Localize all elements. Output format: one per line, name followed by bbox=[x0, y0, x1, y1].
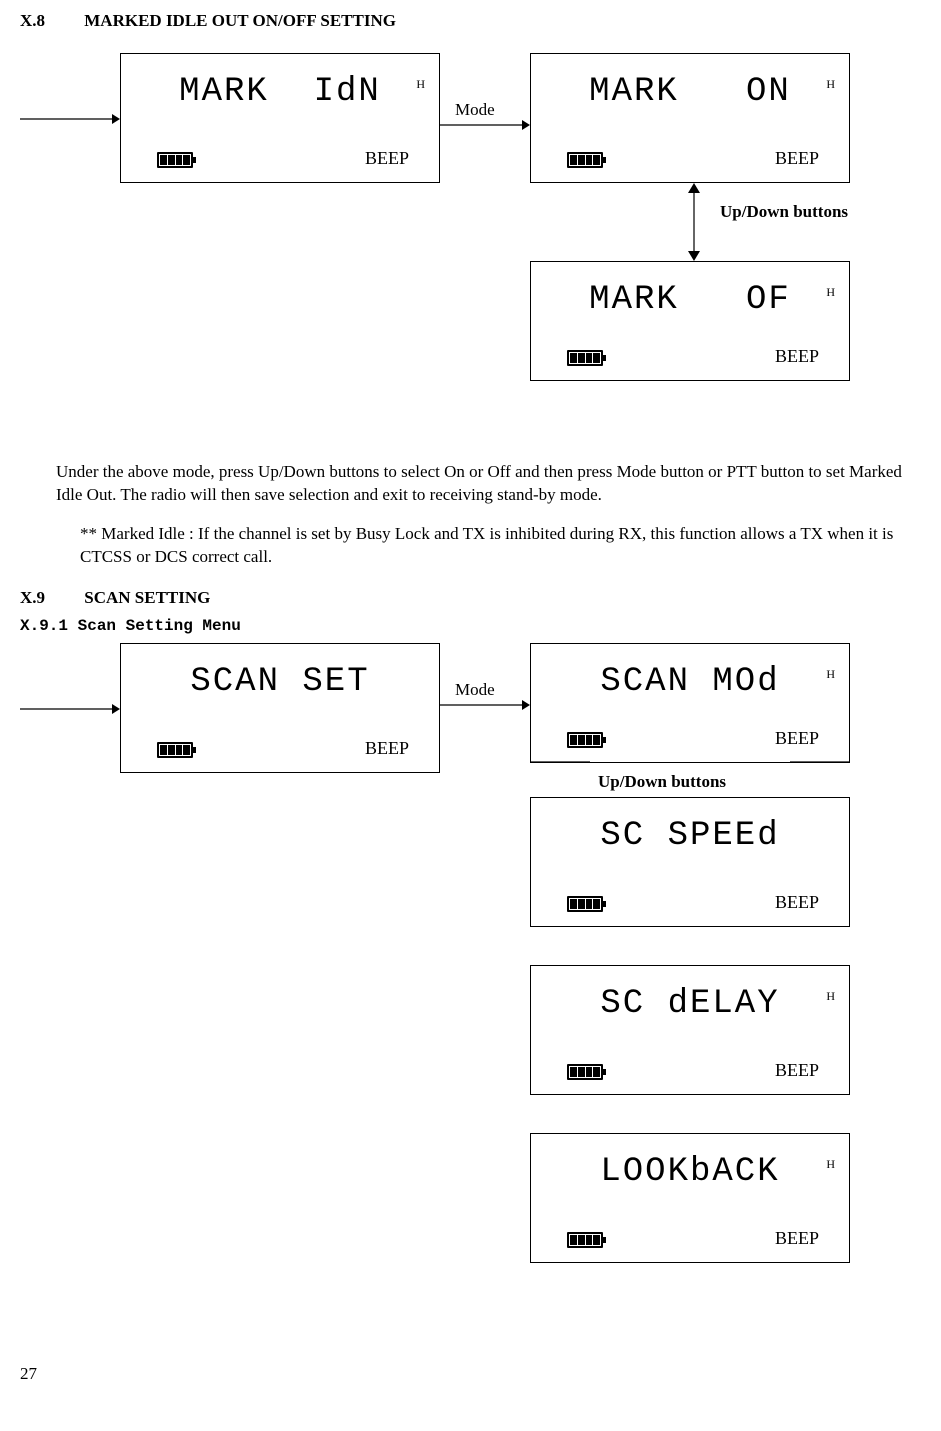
section-a-paragraph: Under the above mode, press Up/Down butt… bbox=[56, 461, 920, 507]
section-a-num: X.8 bbox=[20, 10, 80, 33]
lcd-text: MARK IdN bbox=[135, 66, 425, 116]
battery-icon bbox=[567, 732, 603, 748]
lcd-h-indicator: H bbox=[826, 1156, 835, 1172]
updown-label-b: Up/Down buttons bbox=[598, 771, 726, 794]
lcd-mark-of: MARK OF H BEEP bbox=[530, 261, 850, 381]
lcd-h-indicator: H bbox=[416, 76, 425, 92]
lcd-beep: BEEP bbox=[775, 1226, 819, 1250]
arrow-mode-a bbox=[440, 115, 530, 135]
section-a-flow: MARK IdN H BEEP Mode MARK ON H BEEP Up/D… bbox=[20, 53, 920, 453]
updown-line-right bbox=[790, 761, 850, 763]
lcd-beep: BEEP bbox=[775, 726, 819, 750]
lcd-mark-idn: MARK IdN H BEEP bbox=[120, 53, 440, 183]
battery-icon bbox=[567, 152, 603, 168]
battery-icon bbox=[567, 1064, 603, 1080]
section-a-note: ** Marked Idle : If the channel is set b… bbox=[80, 523, 920, 569]
section-b-subheading: X.9.1 Scan Setting Menu bbox=[20, 616, 920, 638]
lcd-h-indicator: H bbox=[826, 666, 835, 682]
section-b-num: X.9 bbox=[20, 587, 80, 610]
page-number: 27 bbox=[20, 1363, 920, 1386]
lcd-h-indicator: H bbox=[826, 988, 835, 1004]
lcd-lookback: LOOKbACK H BEEP bbox=[530, 1133, 850, 1263]
updown-line-left bbox=[530, 761, 590, 763]
lcd-beep: BEEP bbox=[775, 1058, 819, 1082]
battery-icon bbox=[157, 152, 193, 168]
section-a-title: MARKED IDLE OUT ON/OFF SETTING bbox=[84, 11, 396, 30]
lcd-text: SC dELAY bbox=[545, 978, 835, 1028]
battery-icon bbox=[567, 896, 603, 912]
lcd-h-indicator: H bbox=[826, 76, 835, 92]
lcd-scan-set: SCAN SET BEEP bbox=[120, 643, 440, 773]
lcd-mark-on: MARK ON H BEEP bbox=[530, 53, 850, 183]
lcd-beep: BEEP bbox=[365, 146, 409, 170]
lcd-beep: BEEP bbox=[775, 890, 819, 914]
lcd-beep: BEEP bbox=[775, 146, 819, 170]
lcd-beep: BEEP bbox=[775, 344, 819, 368]
lcd-sc-delay: SC dELAY H BEEP bbox=[530, 965, 850, 1095]
lcd-sc-speed: SC SPEEd BEEP bbox=[530, 797, 850, 927]
battery-icon bbox=[157, 742, 193, 758]
lcd-h-indicator: H bbox=[826, 284, 835, 300]
arrow-mode-b bbox=[440, 695, 530, 715]
arrow-entry-b bbox=[20, 699, 120, 719]
arrow-updown-a bbox=[684, 183, 704, 261]
lcd-text: SC SPEEd bbox=[545, 810, 835, 860]
battery-icon bbox=[567, 1232, 603, 1248]
section-b-flow: SCAN SET BEEP Mode SCAN MOd H BEEP Up/Do… bbox=[20, 643, 920, 1343]
lcd-text: MARK ON bbox=[545, 66, 835, 116]
section-b-heading: X.9 SCAN SETTING bbox=[20, 587, 920, 610]
lcd-text: SCAN SET bbox=[135, 656, 425, 706]
updown-label-a: Up/Down buttons bbox=[720, 201, 848, 224]
section-b-title: SCAN SETTING bbox=[84, 588, 210, 607]
lcd-text: LOOKbACK bbox=[545, 1146, 835, 1196]
arrow-entry-a bbox=[20, 109, 120, 129]
section-a-heading: X.8 MARKED IDLE OUT ON/OFF SETTING bbox=[20, 10, 920, 33]
lcd-text: SCAN MOd bbox=[545, 656, 835, 706]
lcd-scan-mod: SCAN MOd H BEEP bbox=[530, 643, 850, 763]
battery-icon bbox=[567, 350, 603, 366]
lcd-text: MARK OF bbox=[545, 274, 835, 324]
lcd-beep: BEEP bbox=[365, 736, 409, 760]
